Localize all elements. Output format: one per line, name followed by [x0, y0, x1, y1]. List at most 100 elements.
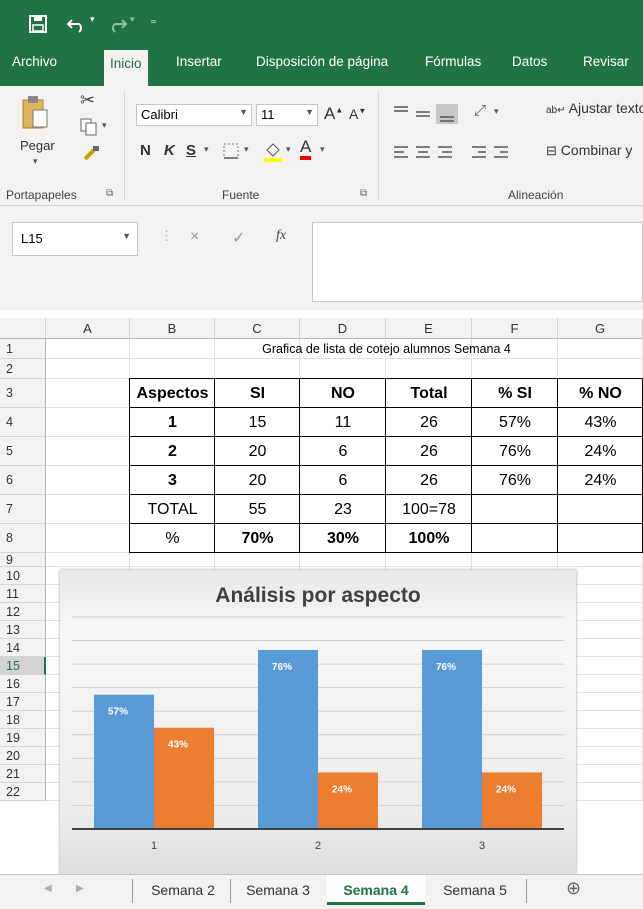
table-cell[interactable]: 76% — [472, 437, 558, 466]
wrap-text-button[interactable]: ab↵ Ajustar texto — [546, 100, 643, 116]
percent-cell[interactable]: 70% — [215, 524, 300, 553]
row-header-11[interactable]: 11 — [0, 585, 46, 603]
tab-datos[interactable]: Datos — [512, 54, 547, 69]
table-header[interactable]: % SI — [472, 379, 558, 408]
table-cell[interactable]: 57% — [472, 408, 558, 437]
percent-cell[interactable] — [558, 524, 643, 553]
row-header-3[interactable]: 3 — [0, 379, 46, 408]
table-cell[interactable]: 6 — [300, 437, 386, 466]
table-header[interactable]: Total — [386, 379, 472, 408]
row-header-15[interactable]: 15 — [0, 657, 46, 675]
total-cell[interactable]: 100=78 — [386, 495, 472, 524]
fill-color-dropdown-icon[interactable]: ▾ — [286, 144, 291, 155]
column-header-a[interactable]: A — [46, 318, 130, 339]
chart[interactable]: Análisis por aspecto 57% 43% 1 76% 24% 2 76% 24… — [60, 570, 576, 874]
font-color-button[interactable]: A — [300, 138, 312, 160]
sheet-tab-semana-5[interactable]: Semana 5 — [428, 875, 522, 905]
orientation-dropdown-icon[interactable]: ▾ — [494, 106, 499, 117]
table-header[interactable]: Aspectos — [130, 379, 215, 408]
undo-icon[interactable] — [66, 14, 88, 34]
formula-input[interactable] — [312, 222, 643, 302]
shrink-font-button[interactable]: A▼ — [349, 106, 366, 122]
dialog-launcher-icon[interactable]: ⧉ — [360, 188, 367, 199]
row-header-18[interactable]: 18 — [0, 711, 46, 729]
horizontal-align-icons[interactable] — [392, 144, 512, 162]
enter-icon[interactable]: ✓ — [232, 228, 245, 248]
paste-dropdown-icon[interactable]: ▾ — [33, 156, 38, 167]
table-cell[interactable]: 26 — [386, 437, 472, 466]
table-cell[interactable]: 20 — [215, 437, 300, 466]
sheet-tab-semana-3[interactable]: Semana 3 — [231, 875, 325, 905]
underline-button[interactable]: S — [186, 142, 196, 159]
italic-button[interactable]: K — [164, 142, 175, 159]
column-header-c[interactable]: C — [215, 318, 300, 339]
tab-archivo[interactable]: Archivo — [12, 54, 57, 69]
borders-dropdown-icon[interactable]: ▾ — [244, 144, 249, 155]
name-box[interactable]: L15 ▼ — [12, 222, 138, 256]
copy-dropdown-icon[interactable]: ▾ — [102, 120, 107, 131]
table-cell[interactable]: 76% — [472, 466, 558, 495]
scroll-right-icon[interactable]: ▶ — [76, 883, 84, 894]
total-cell[interactable]: 55 — [215, 495, 300, 524]
paste-label[interactable]: Pegar — [20, 138, 55, 153]
total-cell[interactable]: TOTAL — [130, 495, 215, 524]
row-header-2[interactable]: 2 — [0, 359, 46, 379]
font-size-dropdown[interactable]: 11 ▼ — [256, 104, 318, 126]
table-cell[interactable]: 24% — [558, 437, 643, 466]
paste-icon[interactable] — [20, 94, 50, 130]
vertical-align-icons[interactable] — [392, 104, 462, 124]
row-header-10[interactable]: 10 — [0, 567, 46, 585]
borders-icon[interactable] — [222, 142, 242, 160]
total-cell[interactable] — [472, 495, 558, 524]
row-header-5[interactable]: 5 — [0, 437, 46, 466]
select-all-corner[interactable] — [0, 318, 46, 339]
percent-cell[interactable]: 100% — [386, 524, 472, 553]
customize-icon[interactable]: ₌ — [150, 12, 157, 28]
font-color-dropdown-icon[interactable]: ▾ — [320, 144, 325, 155]
total-cell[interactable]: 23 — [300, 495, 386, 524]
redo-dropdown-icon[interactable]: ▾ — [130, 14, 135, 25]
row-header-12[interactable]: 12 — [0, 603, 46, 621]
underline-dropdown-icon[interactable]: ▾ — [204, 144, 209, 155]
tab-formulas[interactable]: Fórmulas — [425, 54, 481, 69]
scroll-left-icon[interactable]: ◀ — [44, 883, 52, 894]
row-header-17[interactable]: 17 — [0, 693, 46, 711]
sheet-title[interactable]: Grafica de lista de cotejo alumnos Seman… — [215, 339, 558, 359]
column-header-b[interactable]: B — [130, 318, 215, 339]
table-cell[interactable]: 43% — [558, 408, 643, 437]
row-header-13[interactable]: 13 — [0, 621, 46, 639]
merge-center-button[interactable]: ⊟ Combinar y — [546, 142, 632, 159]
tab-inicio[interactable]: Inicio — [104, 50, 148, 86]
row-header-16[interactable]: 16 — [0, 675, 46, 693]
row-header-8[interactable]: 8 — [0, 524, 46, 553]
row-header-7[interactable]: 7 — [0, 495, 46, 524]
column-header-e[interactable]: E — [386, 318, 472, 339]
undo-dropdown-icon[interactable]: ▾ — [90, 14, 95, 25]
redo-icon[interactable] — [108, 14, 128, 34]
total-cell[interactable] — [558, 495, 643, 524]
tab-insertar[interactable]: Insertar — [176, 54, 222, 69]
format-painter-icon[interactable] — [82, 144, 100, 162]
cut-icon[interactable]: ✂ — [80, 90, 95, 111]
row-header-6[interactable]: 6 — [0, 466, 46, 495]
cancel-icon[interactable]: × — [190, 228, 199, 246]
table-header[interactable]: SI — [215, 379, 300, 408]
sheet-tab-semana-4[interactable]: Semana 4 — [327, 875, 425, 905]
bold-button[interactable]: N — [140, 142, 151, 159]
column-header-g[interactable]: G — [558, 318, 643, 339]
copy-icon[interactable] — [80, 118, 98, 136]
table-cell[interactable]: 15 — [215, 408, 300, 437]
row-header-19[interactable]: 19 — [0, 729, 46, 747]
row-header-4[interactable]: 4 — [0, 408, 46, 437]
table-cell[interactable]: 24% — [558, 466, 643, 495]
save-icon[interactable] — [28, 14, 48, 34]
table-cell[interactable]: 3 — [130, 466, 215, 495]
column-header-f[interactable]: F — [472, 318, 558, 339]
row-header-9[interactable]: 9 — [0, 553, 46, 567]
row-header-14[interactable]: 14 — [0, 639, 46, 657]
table-header[interactable]: % NO — [558, 379, 643, 408]
insert-function-icon[interactable]: fx — [276, 228, 286, 244]
tab-revisar[interactable]: Revisar — [583, 54, 629, 69]
table-cell[interactable]: 6 — [300, 466, 386, 495]
font-name-dropdown[interactable]: Calibri ▼ — [136, 104, 252, 126]
